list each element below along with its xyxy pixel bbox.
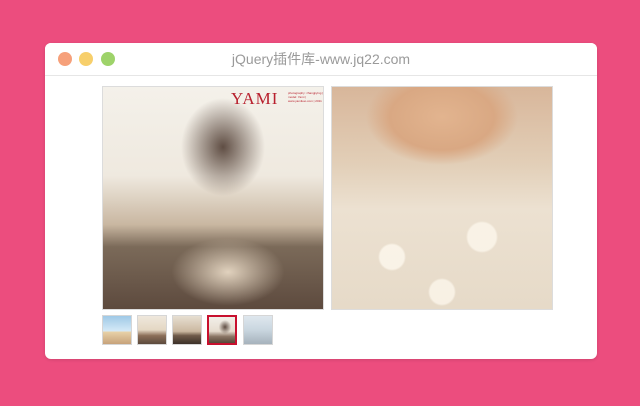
thumbnail-image bbox=[244, 316, 272, 344]
photo-brand-text: YAMI bbox=[231, 89, 279, 108]
thumbnail-image bbox=[138, 316, 166, 344]
thumbnail-4-active[interactable] bbox=[207, 315, 237, 345]
thumbnail-image bbox=[209, 317, 235, 343]
thumbnail-1[interactable] bbox=[102, 315, 132, 345]
thumbnail-2[interactable] bbox=[137, 315, 167, 345]
zoom-preview bbox=[331, 86, 553, 310]
thumbnail-image bbox=[103, 316, 131, 344]
title-bar: jQuery插件库-www.jq22.com bbox=[45, 43, 597, 76]
thumbnail-3[interactable] bbox=[172, 315, 202, 345]
main-photo[interactable]: YAMI photography: zhangjiying | model: Y… bbox=[102, 86, 324, 310]
photo-brand-caption: photography: zhangjiying | model: Yami |… bbox=[288, 91, 323, 103]
app-window: jQuery插件库-www.jq22.com YAMI photography:… bbox=[45, 43, 597, 359]
thumbnail-5[interactable] bbox=[243, 315, 273, 345]
thumbnail-image bbox=[173, 316, 201, 344]
window-title: jQuery插件库-www.jq22.com bbox=[231, 51, 411, 67]
